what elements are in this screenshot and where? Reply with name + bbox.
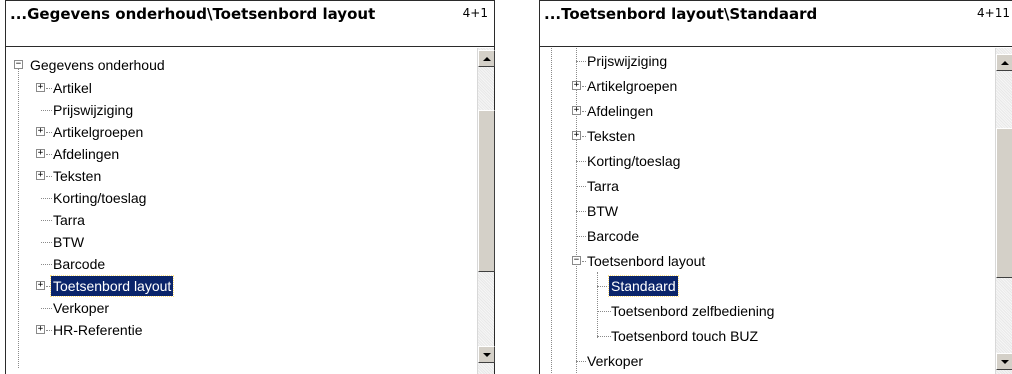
- left-tree-panel: ...Gegevens onderhoud\Toetsenbord layout…: [5, 0, 495, 374]
- plus-box-icon[interactable]: +: [36, 281, 45, 290]
- tree-item-label: Toetsenbord touch BUZ: [611, 328, 759, 344]
- tree-item-label: Artikel: [53, 80, 92, 96]
- right-screen-code: 4+11: [977, 6, 1010, 20]
- tree-guide-line: [551, 48, 552, 374]
- plus-box-icon[interactable]: +: [36, 325, 45, 334]
- arrow-down-icon: [482, 352, 491, 357]
- tree-item-label: Teksten: [53, 168, 102, 184]
- tree-item-label: Prijswijziging: [53, 102, 134, 118]
- tree-item-label: HR-Referentie: [53, 322, 143, 338]
- tree-item-label-selected: Standaard: [608, 275, 679, 297]
- tree-item-label: Teksten: [587, 128, 636, 144]
- left-tree-view[interactable]: − Gegevens onderhoud + Artikel Prijswijz…: [6, 48, 476, 374]
- plus-box-icon[interactable]: +: [572, 81, 581, 90]
- tree-item-label: BTW: [53, 234, 85, 250]
- tree-item-label: Toetsenbord zelfbediening: [611, 303, 775, 319]
- plus-box-icon[interactable]: +: [572, 106, 581, 115]
- scroll-down-button[interactable]: [478, 346, 495, 363]
- left-screen-code: 4+1: [462, 6, 488, 20]
- tree-item-label: Artikelgroepen: [53, 124, 144, 140]
- tree-item-label: Tarra: [53, 212, 85, 228]
- tree-item-label: Korting/toeslag: [53, 190, 147, 206]
- tree-item-label: BTW: [587, 203, 619, 219]
- scroll-thumb[interactable]: [478, 110, 495, 272]
- minus-box-icon[interactable]: −: [14, 60, 23, 69]
- arrow-up-icon: [1000, 60, 1009, 65]
- tree-item-label: Barcode: [587, 228, 640, 244]
- plus-box-icon[interactable]: +: [572, 131, 581, 140]
- tree-item-label: Verkoper: [53, 300, 110, 316]
- scroll-thumb[interactable]: [996, 128, 1012, 278]
- minus-box-icon[interactable]: −: [572, 256, 581, 265]
- tree-item-label: Afdelingen: [53, 146, 120, 162]
- tree-item-label: Korting/toeslag: [587, 153, 681, 169]
- plus-box-icon[interactable]: +: [36, 149, 45, 158]
- tree-item-label: Gegevens onderhoud: [30, 57, 165, 73]
- left-vertical-scrollbar[interactable]: [477, 48, 495, 374]
- right-tree-panel: ...Toetsenbord layout\Standaard 4+11 Pri…: [539, 0, 1012, 374]
- tree-item-label: Prijswijziging: [587, 53, 668, 69]
- tree-item-label: Barcode: [53, 256, 106, 272]
- right-path-title: ...Toetsenbord layout\Standaard: [544, 5, 818, 23]
- tree-item-label: Verkoper: [587, 353, 644, 369]
- plus-box-icon[interactable]: +: [36, 83, 45, 92]
- tree-guide-line: [18, 68, 19, 368]
- scroll-up-button[interactable]: [478, 50, 495, 67]
- right-panel-header: ...Toetsenbord layout\Standaard 4+11: [540, 1, 1012, 47]
- tree-item-label: Toetsenbord layout: [587, 253, 706, 269]
- right-tree-view[interactable]: Prijswijziging + Artikelgroepen + Afdeli…: [540, 48, 994, 374]
- tree-item-label: Artikelgroepen: [587, 78, 678, 94]
- plus-box-icon[interactable]: +: [36, 171, 45, 180]
- left-panel-header: ...Gegevens onderhoud\Toetsenbord layout…: [6, 1, 494, 47]
- scroll-up-button[interactable]: [996, 54, 1012, 71]
- tree-guide-line: [597, 272, 598, 338]
- scroll-down-button[interactable]: [996, 353, 1012, 370]
- right-vertical-scrollbar[interactable]: [995, 48, 1012, 374]
- tree-item-label-selected: Toetsenbord layout: [49, 275, 175, 297]
- plus-box-icon[interactable]: +: [36, 127, 45, 136]
- left-path-title: ...Gegevens onderhoud\Toetsenbord layout: [10, 5, 376, 23]
- tree-item-label: Afdelingen: [587, 103, 654, 119]
- tree-item-label: Tarra: [587, 178, 619, 194]
- arrow-up-icon: [482, 56, 491, 61]
- arrow-down-icon: [1000, 359, 1009, 364]
